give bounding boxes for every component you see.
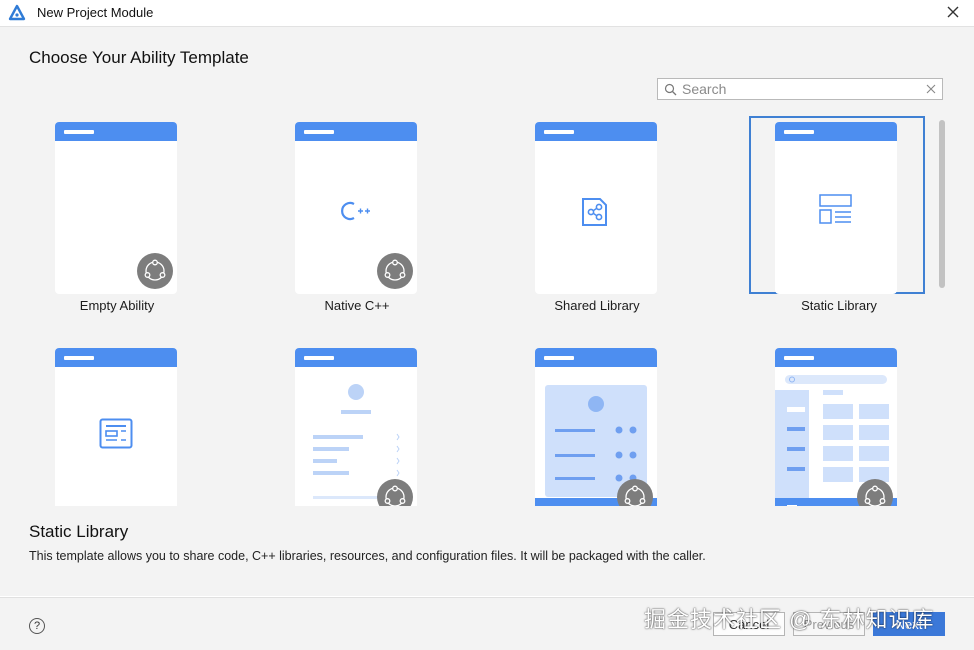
- dialog-footer: ? Cancel Previous Next: [0, 597, 974, 650]
- template-preview: [535, 122, 657, 294]
- template-label: Empty Ability: [79, 298, 155, 313]
- template-preview: [55, 348, 177, 506]
- multi-device-badge-icon: [377, 479, 413, 506]
- app-logo-icon: [8, 4, 26, 21]
- template-form-ability[interactable]: [29, 342, 205, 506]
- multi-device-badge-icon: [857, 479, 893, 506]
- search-box[interactable]: [657, 78, 943, 100]
- template-label: Shared Library: [554, 298, 640, 313]
- template-grid: Empty Ability Native C++ Shared Library …: [29, 116, 934, 506]
- template-native-cpp[interactable]: Native C++: [269, 116, 445, 313]
- template-shared-library[interactable]: Shared Library: [509, 116, 685, 313]
- title-bar: New Project Module: [0, 0, 974, 27]
- template-label: Native C++: [324, 298, 390, 313]
- search-input[interactable]: [682, 80, 912, 98]
- template-preview: [535, 348, 657, 506]
- page-title: Choose Your Ability Template: [29, 48, 249, 67]
- template-preview: [295, 122, 417, 294]
- multi-device-badge-icon: [137, 253, 173, 289]
- window-title: New Project Module: [37, 5, 154, 20]
- clear-search-icon[interactable]: [926, 84, 936, 94]
- template-preview: [775, 122, 897, 294]
- static-library-icon: [819, 194, 852, 224]
- template-label: Static Library: [801, 298, 877, 313]
- form-layout-icon: [99, 418, 133, 449]
- multi-device-badge-icon: [617, 479, 653, 506]
- multi-device-badge-icon: [377, 253, 413, 289]
- template-empty-ability[interactable]: Empty Ability: [29, 116, 205, 313]
- template-preview: [775, 348, 897, 506]
- template-profile-list[interactable]: [269, 342, 445, 506]
- previous-button[interactable]: Previous: [793, 612, 865, 636]
- template-description-text: This template allows you to share code, …: [29, 549, 706, 563]
- help-icon[interactable]: ?: [29, 618, 45, 634]
- template-category-grid[interactable]: [749, 342, 925, 506]
- template-profile-card[interactable]: [509, 342, 685, 506]
- template-grid-scrollbar[interactable]: [939, 120, 945, 288]
- cancel-button[interactable]: Cancel: [713, 612, 785, 636]
- next-button[interactable]: Next: [873, 612, 945, 636]
- template-preview: [295, 348, 417, 506]
- close-icon[interactable]: [944, 3, 962, 21]
- cpp-icon: [341, 201, 370, 221]
- search-icon: [664, 83, 677, 96]
- shared-library-icon: [582, 198, 607, 226]
- template-description-title: Static Library: [29, 522, 129, 541]
- template-static-library[interactable]: Static Library: [749, 116, 925, 313]
- template-preview: [55, 122, 177, 294]
- dialog-content: Choose Your Ability Template Search Empt…: [0, 27, 974, 596]
